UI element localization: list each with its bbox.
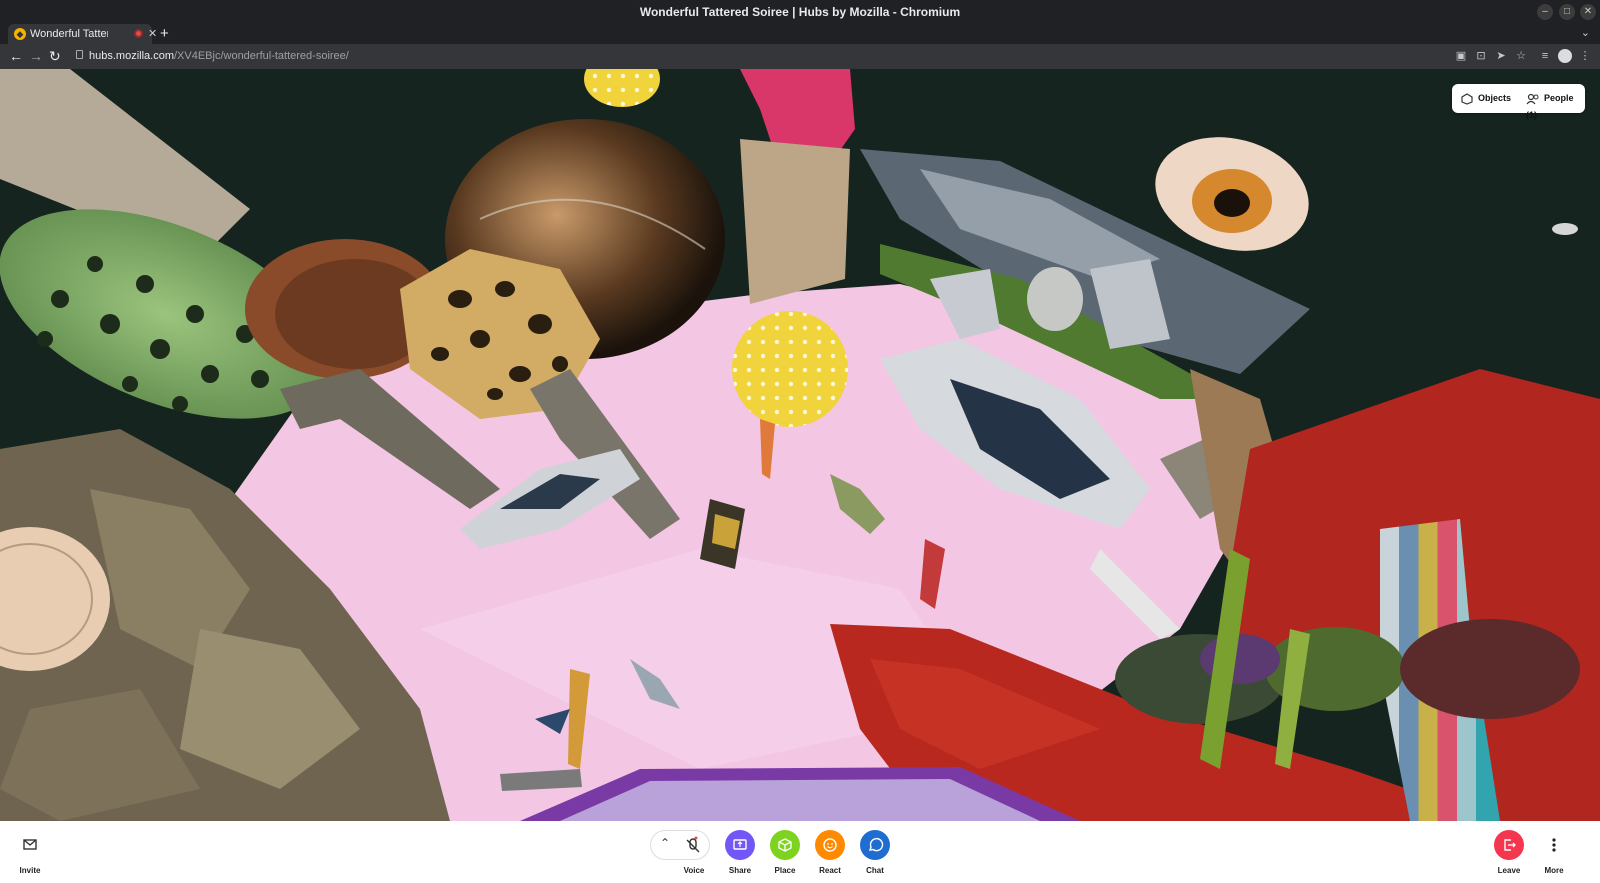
rock-pillar bbox=[740, 139, 850, 304]
url-path: /XV4EBjc/wonderful-tattered-soiree/ bbox=[173, 50, 349, 62]
chat-label: Chat bbox=[866, 866, 884, 875]
scene-viewport[interactable] bbox=[0, 69, 1600, 821]
mic-muted-icon[interactable] bbox=[681, 834, 705, 858]
smiley-icon bbox=[815, 830, 845, 860]
share-button[interactable]: Share bbox=[718, 830, 762, 875]
chat-bubble-icon bbox=[860, 830, 890, 860]
scene-canvas[interactable] bbox=[0, 69, 1600, 821]
invite-button[interactable]: Invite bbox=[8, 830, 52, 875]
close-tab-icon[interactable]: ✕ bbox=[148, 27, 157, 40]
leave-button[interactable]: Leave bbox=[1487, 830, 1531, 875]
chevron-up-icon[interactable]: ⌃ bbox=[655, 836, 675, 856]
url-domain: hubs.mozilla.com bbox=[89, 50, 174, 62]
objects-button[interactable]: Objects bbox=[1460, 90, 1511, 107]
mossy-rock-3 bbox=[1400, 619, 1580, 719]
more-button[interactable]: More bbox=[1532, 830, 1576, 875]
react-label: React bbox=[819, 866, 841, 875]
people-icon bbox=[1526, 93, 1539, 105]
room-panel: Objects People (1) bbox=[1452, 84, 1585, 120]
back-button[interactable]: ← bbox=[9, 48, 23, 64]
voice-group: ⌃ bbox=[650, 830, 710, 860]
place-button[interactable]: Place bbox=[763, 830, 807, 875]
objects-icon bbox=[1461, 92, 1473, 105]
invite-label: Invite bbox=[19, 866, 41, 875]
voice-button[interactable]: Voice bbox=[672, 866, 716, 875]
react-button[interactable]: React bbox=[808, 830, 852, 875]
objects-label: Objects bbox=[1478, 93, 1512, 103]
forward-button[interactable]: → bbox=[29, 48, 43, 64]
chat-button[interactable]: Chat bbox=[853, 830, 897, 875]
window-titlebar: Wonderful Tattered Soiree | Hubs by Mozi… bbox=[0, 0, 1600, 24]
tab-search-icon[interactable]: ⌄ bbox=[1581, 26, 1590, 39]
cube-icon bbox=[770, 830, 800, 860]
bookmark-star-icon[interactable]: ☆ bbox=[1514, 49, 1528, 63]
share-screen-icon bbox=[725, 830, 755, 860]
tab-strip: ◆ Wonderful Tattered So ✕ + ⌄ bbox=[0, 24, 1600, 44]
profile-avatar-icon[interactable] bbox=[1558, 49, 1572, 63]
address-bar[interactable]: hubs.mozilla.com/XV4EBjc/wonderful-tatte… bbox=[72, 47, 1432, 66]
floating-pebble bbox=[1552, 223, 1578, 235]
bottom-toolbar: Invite ⌃ Voice Share Place React Chat Le… bbox=[0, 821, 1600, 883]
tab-label: Wonderful Tattered So bbox=[30, 28, 108, 40]
maximize-button[interactable]: □ bbox=[1559, 4, 1575, 20]
more-label: More bbox=[1544, 866, 1564, 875]
reading-list-icon[interactable]: ≡ bbox=[1538, 49, 1552, 63]
reload-button[interactable]: ↻ bbox=[49, 48, 61, 64]
yellow-dotted-sphere bbox=[732, 311, 848, 427]
camera-in-use-icon[interactable]: ▣ bbox=[1454, 49, 1468, 63]
close-window-button[interactable]: ✕ bbox=[1580, 4, 1596, 20]
more-vertical-icon bbox=[1539, 830, 1569, 860]
tab-hubs-room[interactable]: ◆ Wonderful Tattered So ✕ bbox=[8, 24, 157, 44]
browser-toolbar: ← → ↻ hubs.mozilla.com/XV4EBjc/wonderful… bbox=[0, 44, 1600, 69]
leave-label: Leave bbox=[1497, 866, 1521, 875]
envelope-icon bbox=[15, 830, 45, 860]
recording-indicator-icon bbox=[134, 29, 143, 38]
voice-label: Voice bbox=[683, 866, 705, 875]
install-app-icon[interactable]: ⊡ bbox=[1474, 49, 1488, 63]
share-label: Share bbox=[728, 866, 752, 875]
window-title: Wonderful Tattered Soiree | Hubs by Mozi… bbox=[639, 5, 961, 19]
minimize-button[interactable]: – bbox=[1537, 4, 1553, 20]
send-icon[interactable]: ➤ bbox=[1494, 49, 1508, 63]
people-button[interactable]: People (1) bbox=[1526, 90, 1585, 120]
hubs-duck-icon: ◆ bbox=[14, 28, 26, 40]
leave-door-icon bbox=[1494, 830, 1524, 860]
new-tab-button[interactable]: + bbox=[160, 25, 169, 42]
grey-moon-sphere bbox=[1027, 267, 1083, 331]
lock-icon bbox=[76, 50, 83, 59]
url-text: hubs.mozilla.com/XV4EBjc/wonderful-tatte… bbox=[89, 50, 349, 62]
eye-pupil bbox=[1214, 189, 1250, 217]
browser-menu-icon[interactable]: ⋮ bbox=[1578, 49, 1592, 63]
place-label: Place bbox=[774, 866, 796, 875]
